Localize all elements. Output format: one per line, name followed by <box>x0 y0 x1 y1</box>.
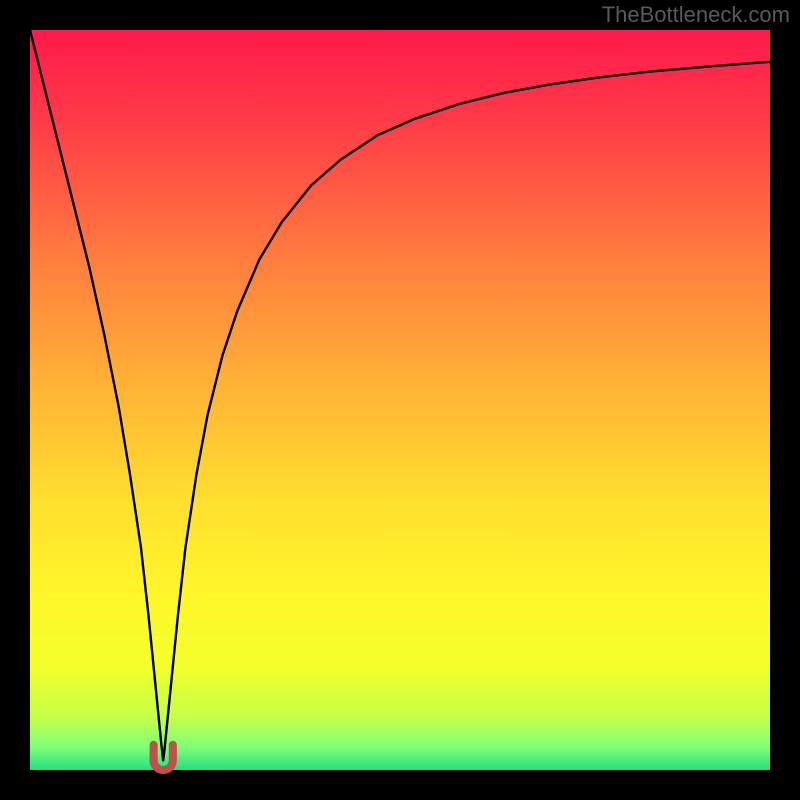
chart-frame: TheBottleneck.com <box>0 0 800 800</box>
plot-background <box>30 30 770 770</box>
bottleneck-chart <box>0 0 800 800</box>
watermark-text: TheBottleneck.com <box>602 2 790 28</box>
